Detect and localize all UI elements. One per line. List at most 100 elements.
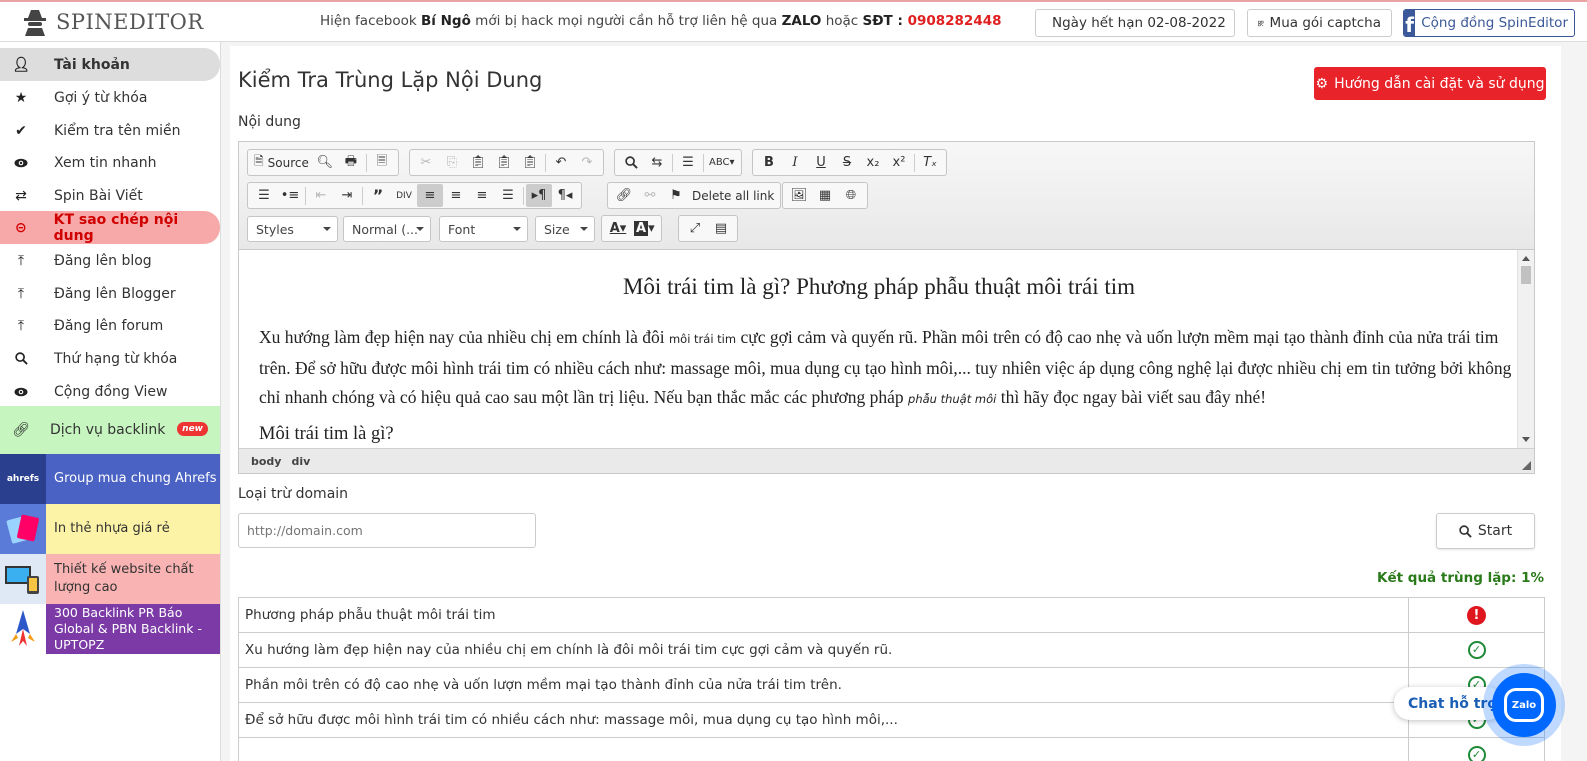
sidebar-item-copy-check[interactable]: ⊝ KT sao chép nội dung	[0, 211, 220, 244]
path-item[interactable]: body	[251, 455, 281, 468]
sidebar-item-community-view[interactable]: Cộng đồng View	[0, 375, 220, 408]
create-div-icon[interactable]: DIV	[391, 184, 417, 207]
rtl-icon[interactable]: ¶◂	[552, 184, 578, 207]
align-center-icon[interactable]: ≡	[443, 184, 469, 207]
numbered-list-icon[interactable]: ☰	[251, 184, 277, 207]
select-all-icon[interactable]: ☰	[675, 151, 701, 174]
toolbar-group-search: ⇆ ☰ ABC▾	[614, 149, 742, 176]
sidebar-item-label: Đăng lên blog	[54, 252, 152, 269]
ltr-icon[interactable]: ▸¶	[526, 184, 552, 207]
user-icon: 👤︎	[12, 56, 30, 73]
promo-plastic-cards[interactable]: In thẻ nhựa giá rẻ	[0, 504, 220, 554]
preview-icon[interactable]: 🔍︎	[312, 151, 338, 174]
zalo-chat-button[interactable]: Zalo	[1483, 664, 1565, 746]
show-blocks-icon[interactable]: ▤	[708, 217, 734, 240]
paste-icon[interactable]: 📋︎	[465, 151, 491, 174]
replace-icon[interactable]: ⇆	[644, 151, 670, 174]
sidebar-item-backlink-service[interactable]: 🔗︎ Dịch vụ backlink new	[0, 406, 220, 454]
sidebar-item-account[interactable]: 👤︎ Tài khoản	[0, 48, 220, 81]
bg-color-icon[interactable]: A ▾	[631, 217, 658, 240]
editor-content[interactable]: Môi trái tim là gì? Phương pháp phẫu thu…	[239, 250, 1519, 450]
chevron-down-icon	[323, 227, 331, 231]
strikethrough-icon[interactable]: S	[834, 151, 860, 174]
search-icon	[1459, 524, 1472, 538]
notice-sdt: SĐT :	[862, 13, 908, 29]
styles-dropdown[interactable]: Styles	[247, 216, 338, 242]
scroll-up-icon[interactable]	[1522, 256, 1530, 261]
underline-icon[interactable]: U	[808, 151, 834, 174]
para-keyword-1: môi trái tim	[668, 332, 737, 346]
subscript-icon[interactable]: x₂	[860, 151, 886, 174]
iframe-globe-icon[interactable]: 🌐︎	[838, 184, 864, 207]
link-icon[interactable]: 🔗︎	[611, 184, 637, 207]
format-dropdown[interactable]: Normal (...	[343, 216, 431, 242]
paste-word-icon[interactable]: 📋︎	[517, 151, 543, 174]
start-button[interactable]: Start	[1436, 513, 1535, 549]
outdent-icon[interactable]: ⇤	[308, 184, 334, 207]
bold-icon[interactable]: B	[756, 151, 782, 174]
scroll-down-icon[interactable]	[1522, 437, 1530, 442]
unlink-icon[interactable]: ⚯	[637, 184, 663, 207]
help-guide-button[interactable]: ⚙ Hướng dẫn cài đặt và sử dụng	[1314, 67, 1546, 100]
zalo-icon-text: Zalo	[1511, 699, 1537, 711]
italic-icon[interactable]: I	[782, 151, 808, 174]
notice-or: hoặc	[821, 13, 863, 29]
indent-icon[interactable]: ⇥	[334, 184, 360, 207]
image-icon[interactable]: 🖼︎	[786, 184, 812, 207]
find-icon[interactable]	[618, 151, 644, 174]
spellcheck-icon[interactable]: ABC▾	[706, 151, 738, 174]
table-row: Phương pháp phẫu thuật môi trái tim !	[238, 597, 1545, 633]
exclude-domain-input[interactable]	[238, 513, 536, 548]
bulleted-list-icon[interactable]: •≡	[277, 184, 303, 207]
sidebar-item-label: Dịch vụ backlink	[50, 422, 166, 438]
superscript-icon[interactable]: x²	[886, 151, 912, 174]
expiry-button[interactable]: Ngày hết hạn 02-08-2022	[1035, 9, 1235, 37]
scroll-thumb[interactable]	[1521, 266, 1531, 284]
web-design-image	[0, 554, 46, 604]
paste-text-icon[interactable]: 📋︎	[491, 151, 517, 174]
promo-ahrefs[interactable]: ahrefs Group mua chung Ahrefs	[0, 454, 220, 504]
path-item[interactable]: div	[291, 455, 310, 468]
sentence-cell: Phương pháp phẫu thuật môi trái tim	[238, 597, 1409, 633]
maximize-icon[interactable]: ⤢	[682, 217, 708, 240]
anchor-flag-icon[interactable]: ⚑	[663, 184, 689, 207]
table-row: ✓	[238, 737, 1545, 761]
templates-icon[interactable]: 🗏︎	[369, 151, 395, 174]
promo-uptopz-backlink[interactable]: 300 Backlink PR Báo Global & PBN Backlin…	[0, 604, 220, 654]
cut-icon[interactable]: ✂	[413, 151, 439, 174]
ahrefs-logo-image: ahrefs	[0, 454, 46, 504]
table-icon[interactable]: ▦	[812, 184, 838, 207]
sidebar-item-post-forum[interactable]: ⤒ Đăng lên forum	[0, 309, 220, 342]
align-justify-icon[interactable]: ☰	[495, 184, 521, 207]
sidebar-item-post-blogger[interactable]: ⤒ Đăng lên Blogger	[0, 277, 220, 310]
toolbar-separator	[545, 153, 546, 172]
sidebar-item-keyword-suggest[interactable]: ★ Gợi ý từ khóa	[0, 81, 220, 114]
remove-format-icon[interactable]: Tₓ	[917, 151, 943, 174]
sidebar-item-domain-check[interactable]: ✔ Kiểm tra tên miền	[0, 114, 220, 147]
size-dropdown[interactable]: Size	[535, 216, 595, 242]
shuffle-icon: ⇄	[15, 187, 27, 204]
copy-icon[interactable]: ⎘	[439, 151, 465, 174]
redo-icon[interactable]: ↷	[574, 151, 600, 174]
logo[interactable]: SPINEDITOR	[22, 6, 204, 38]
source-button[interactable]: 🗎︎ Source	[251, 151, 312, 174]
undo-icon[interactable]: ↶	[548, 151, 574, 174]
editor-scrollbar[interactable]	[1517, 250, 1534, 448]
sidebar-item-post-blog[interactable]: ⤒ Đăng lên blog	[0, 244, 220, 277]
print-icon[interactable]: 🖶︎	[338, 151, 364, 174]
sidebar-item-spin-article[interactable]: ⇄ Spin Bài Viết	[0, 179, 220, 212]
buy-captcha-button[interactable]: Mua gói captcha	[1247, 9, 1392, 37]
main-panel: Kiểm Tra Trùng Lặp Nội Dung ⚙ Hướng dẫn …	[230, 46, 1561, 761]
sidebar-item-quick-news[interactable]: Xem tin nhanh	[0, 146, 220, 179]
sidebar-item-keyword-rank[interactable]: Thứ hạng từ khóa	[0, 342, 220, 375]
promo-web-design[interactable]: Thiết kế website chất lượng cao	[0, 554, 220, 604]
sidebar-item-label: Đăng lên Blogger	[54, 285, 176, 302]
community-facebook-button[interactable]: f Cộng đồng SpinEditor	[1403, 9, 1575, 37]
align-left-icon[interactable]: ≡	[417, 184, 443, 207]
blockquote-icon[interactable]: ”	[365, 184, 391, 207]
resize-grip-icon[interactable]	[1522, 461, 1531, 470]
text-color-icon[interactable]: A▾	[605, 217, 631, 240]
delete-all-link-button[interactable]: Delete all link	[689, 184, 777, 207]
align-right-icon[interactable]: ≡	[469, 184, 495, 207]
font-dropdown[interactable]: Font	[439, 216, 528, 242]
